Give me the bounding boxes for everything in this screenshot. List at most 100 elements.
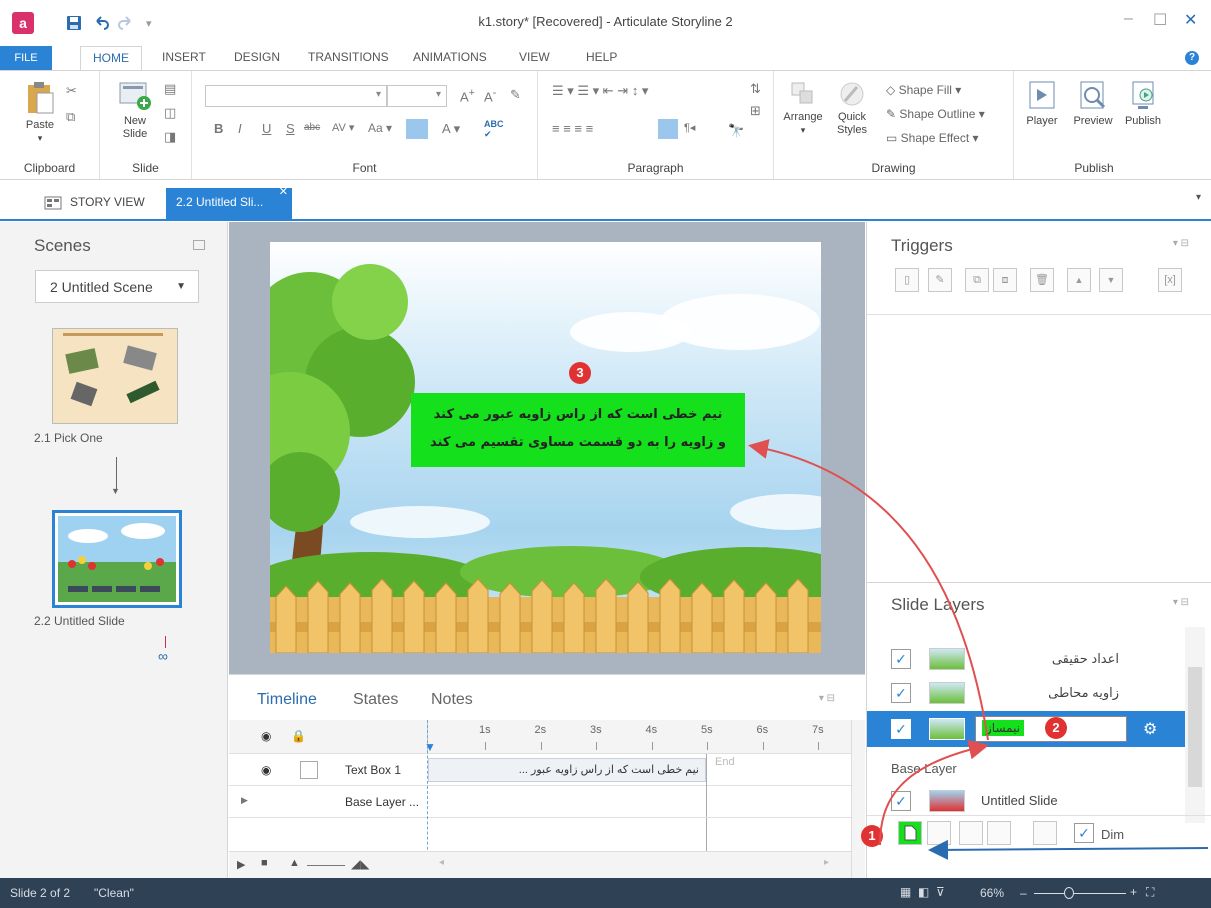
align-text-icon[interactable]: ⊞	[750, 103, 761, 119]
shape-fill-button[interactable]: ◇ Shape Fill ▾	[886, 83, 961, 97]
duplicate-layer-button[interactable]	[927, 821, 951, 845]
tab-story-view[interactable]: STORY VIEW	[36, 188, 145, 221]
zoom-out-icon[interactable]: –	[1020, 886, 1027, 900]
layer-visibility-checkbox[interactable]: ✓	[891, 683, 911, 703]
maximize-icon[interactable]: ☐	[1153, 10, 1167, 30]
font-family-select[interactable]	[205, 85, 387, 107]
font-color-button[interactable]: A ▾	[442, 121, 460, 137]
eye-icon[interactable]: ◉	[261, 729, 271, 743]
layer-visibility-checkbox[interactable]: ✓	[891, 719, 911, 739]
tab-transitions[interactable]: TRANSITIONS	[308, 50, 389, 64]
zoom-in-icon[interactable]: ◢◣	[351, 857, 369, 871]
scene-select[interactable]: 2 Untitled Scene ▼	[35, 270, 199, 303]
slide-thumbnail-2-2[interactable]	[52, 510, 182, 608]
strikethrough-button[interactable]: abc	[304, 122, 320, 133]
close-tab-icon[interactable]: ✕	[279, 178, 288, 207]
move-down-button[interactable]: ▼	[1099, 268, 1123, 292]
lock-checkbox[interactable]	[300, 761, 318, 779]
zoom-slider[interactable]	[307, 865, 345, 866]
layer-row[interactable]: ✓ اعداد حقیقی	[867, 641, 1185, 677]
delete-layer-button[interactable]	[1033, 821, 1057, 845]
shrink-font-icon[interactable]: A-	[484, 87, 496, 104]
reset-slide-icon[interactable]: ◫	[164, 105, 176, 121]
cut-icon[interactable]: ✂	[66, 83, 77, 99]
tab-current-slide[interactable]: 2.2 Untitled Sli... ✕	[166, 186, 292, 221]
timeline-row[interactable]: ◉ Text Box 1 نیم خطی است که از راس زاویه…	[229, 754, 851, 854]
panel-menu-icon[interactable]: ▾ ⊟	[1173, 597, 1189, 608]
bold-button[interactable]: B	[214, 121, 223, 136]
tab-overflow-icon[interactable]: ▾	[1196, 192, 1201, 203]
tab-file[interactable]: FILE	[0, 46, 52, 70]
timeline-bar[interactable]: نیم خطی است که از راس زاویه عبور ...	[428, 758, 706, 782]
zoom-out-icon[interactable]: ▲	[289, 857, 300, 869]
variables-button[interactable]: [x]	[1158, 268, 1182, 292]
paste-layer-button[interactable]	[987, 821, 1011, 845]
highlight-color-button[interactable]	[406, 119, 428, 139]
tab-design[interactable]: DESIGN	[234, 50, 280, 64]
text-box-1[interactable]: نیم خطی است که از راس زاویه عبور می کند …	[411, 393, 745, 467]
copy-icon[interactable]: ⧉	[66, 109, 75, 125]
clear-format-icon[interactable]: ✎	[510, 87, 521, 103]
dim-checkbox[interactable]: ✓	[1074, 823, 1094, 843]
tab-timeline[interactable]: Timeline	[257, 691, 317, 709]
paste-button[interactable]: Paste ▾	[20, 81, 60, 145]
layer-visibility-checkbox[interactable]: ✓	[891, 791, 911, 811]
arrange-button[interactable]: Arrange ▾	[778, 81, 828, 137]
play-icon[interactable]: ▶	[237, 858, 245, 871]
shape-effect-button[interactable]: ▭ Shape Effect ▾	[886, 131, 979, 145]
paste-trigger-button[interactable]: ⧈	[993, 268, 1017, 292]
duplicate-slide-icon[interactable]: ◨	[164, 129, 176, 145]
new-layer-button[interactable]	[898, 821, 922, 845]
publish-button[interactable]: Publish	[1118, 79, 1168, 128]
tab-states[interactable]: States	[353, 691, 398, 709]
slide-thumbnail-2-1[interactable]	[52, 328, 178, 424]
scrollbar-thumb[interactable]	[1188, 667, 1202, 787]
layer-visibility-checkbox[interactable]: ✓	[891, 649, 911, 669]
layers-scrollbar[interactable]	[1185, 627, 1205, 823]
move-up-button[interactable]: ▲	[1067, 268, 1091, 292]
layer-row-base[interactable]: ✓ Untitled Slide	[867, 783, 1185, 819]
player-button[interactable]: Player	[1020, 79, 1064, 128]
zoom-slider[interactable]	[1034, 893, 1126, 894]
scroll-left-icon[interactable]: ◂	[439, 857, 444, 868]
eye-icon[interactable]: ◉	[261, 763, 271, 777]
delete-trigger-button[interactable]: 🗑	[1030, 268, 1054, 292]
text-direction-icon[interactable]: ⇅	[750, 81, 761, 97]
playhead-icon[interactable]: ▼	[424, 740, 436, 754]
change-case-button[interactable]: Aa ▾	[368, 121, 392, 135]
tab-notes[interactable]: Notes	[431, 691, 473, 709]
panel-menu-icon[interactable]: ▾ ⊟	[1173, 238, 1189, 249]
ltr-icon[interactable]: ¶◂	[684, 121, 695, 134]
font-size-select[interactable]	[387, 85, 447, 107]
view-mode-icons[interactable]: ▦ ◧ ⊽	[900, 885, 945, 899]
stop-icon[interactable]: ■	[261, 857, 268, 869]
close-icon[interactable]: ✕	[1184, 10, 1197, 30]
preview-button[interactable]: Preview	[1068, 79, 1118, 128]
layer-properties-gear-icon[interactable]: ⚙	[1143, 719, 1157, 739]
fit-window-icon[interactable]: ⛶	[1146, 885, 1154, 900]
copy-layer-button[interactable]	[959, 821, 983, 845]
align-buttons[interactable]: ≡ ≡ ≡ ≡	[552, 121, 593, 136]
panel-pin-icon[interactable]	[193, 240, 205, 250]
expand-icon[interactable]: ▶	[241, 795, 248, 806]
tab-animations[interactable]: ANIMATIONS	[413, 50, 487, 64]
quick-styles-button[interactable]: Quick Styles	[830, 81, 874, 137]
new-slide-button[interactable]: New Slide	[114, 81, 156, 141]
grow-font-icon[interactable]: A+	[460, 87, 475, 104]
rtl-button[interactable]	[658, 119, 678, 139]
lock-icon[interactable]: 🔒	[291, 729, 306, 743]
spellcheck-icon[interactable]: ABC ✔	[484, 119, 504, 140]
new-trigger-button[interactable]: ▯	[895, 268, 919, 292]
minimize-icon[interactable]: –	[1124, 10, 1133, 28]
tab-view[interactable]: VIEW	[519, 50, 550, 64]
timeline-row[interactable]: ▶ Base Layer ...	[229, 786, 851, 818]
italic-button[interactable]: I	[238, 121, 242, 136]
tab-help[interactable]: HELP	[586, 50, 617, 64]
tab-insert[interactable]: INSERT	[162, 50, 206, 64]
timeline-scrollbar[interactable]	[851, 720, 865, 879]
shape-outline-button[interactable]: ✎ Shape Outline ▾	[886, 107, 985, 121]
char-spacing-button[interactable]: AV ▾	[332, 121, 354, 134]
layout-icon[interactable]: ▤	[164, 81, 176, 97]
layer-row-selected[interactable]: ✓ نیمساز ⚙	[867, 711, 1185, 747]
copy-trigger-button[interactable]: ⧉	[965, 268, 989, 292]
